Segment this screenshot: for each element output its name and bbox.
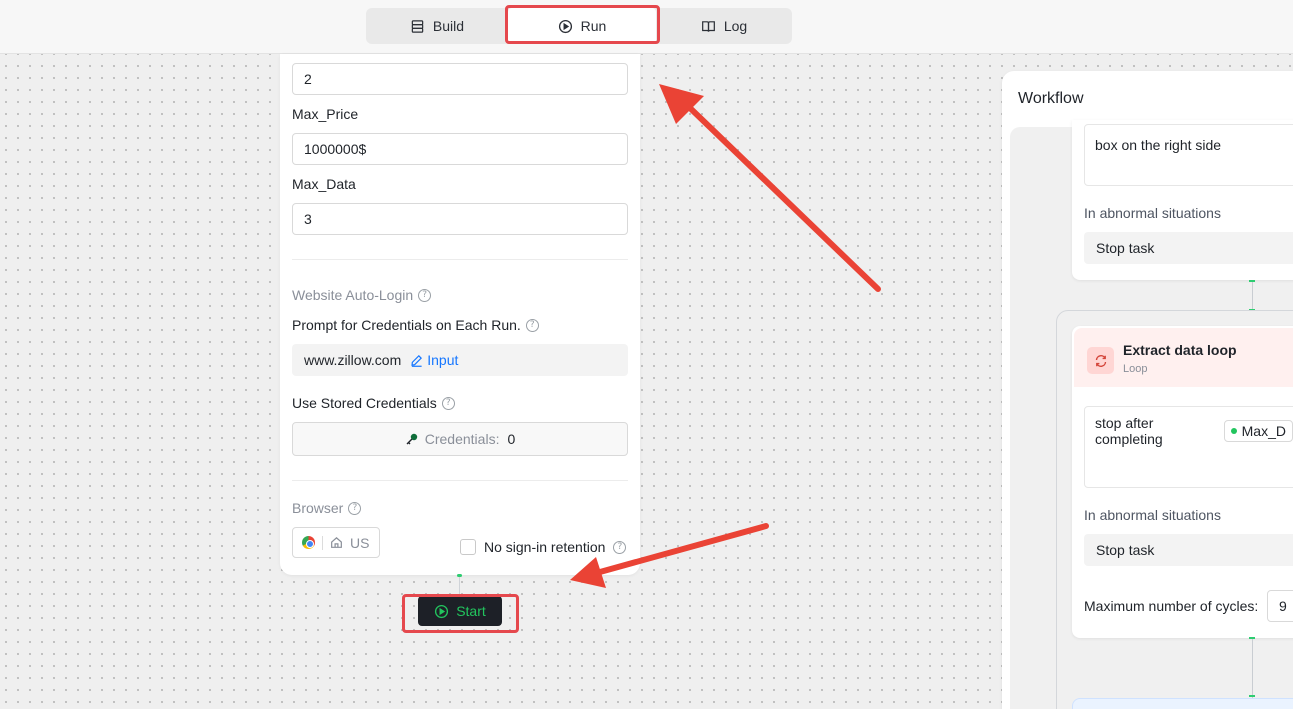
- help-icon[interactable]: ?: [613, 540, 627, 554]
- browser-title-text: Browser: [292, 500, 344, 516]
- variable-dot: [1230, 428, 1237, 434]
- max-price-label: Max_Price: [292, 106, 359, 122]
- help-icon[interactable]: ?: [525, 318, 539, 332]
- run-parameters-panel: Max_Price Max_Data Website Auto-Login ? …: [280, 54, 640, 575]
- max-cycles-value: 9: [1279, 598, 1287, 614]
- tab-log[interactable]: Log: [656, 8, 792, 44]
- browser-region: US: [350, 534, 370, 551]
- step-description: [1084, 124, 1293, 186]
- abnormal-situations-label: In abnormal situations: [1084, 507, 1221, 523]
- prompt-credentials-label: Prompt for Credentials on Each Run.: [292, 317, 521, 333]
- loop-description-row: stop after completing Max_D: [1095, 415, 1293, 447]
- loop-description-text: stop after completing: [1095, 415, 1163, 447]
- browser-select[interactable]: US: [292, 527, 380, 558]
- divider: [292, 259, 628, 260]
- no-signin-retention-label: No sign-in retention: [484, 539, 606, 555]
- step-description-text: box on the right side: [1095, 137, 1222, 153]
- browser-title: Browser ?: [292, 500, 362, 516]
- help-icon[interactable]: ?: [348, 501, 362, 515]
- key-icon: [406, 433, 417, 445]
- tab-log-label: Log: [723, 18, 748, 34]
- no-signin-retention-checkbox[interactable]: [460, 539, 476, 555]
- build-icon: [411, 19, 424, 33]
- connector-port: [1249, 637, 1255, 639]
- abnormal-action-value: Stop task: [1096, 542, 1155, 558]
- site-domain: www.zillow.com: [304, 352, 402, 368]
- credentials-button[interactable]: Credentials: 0: [292, 422, 628, 456]
- parameter-input[interactable]: [292, 63, 628, 95]
- connector-port: [457, 574, 462, 577]
- abnormal-situations-label: In abnormal situations: [1084, 205, 1221, 221]
- tab-build-label: Build: [432, 18, 465, 34]
- play-circle-icon: [435, 604, 449, 618]
- home-icon: [331, 537, 342, 548]
- max-price-input[interactable]: [292, 133, 628, 165]
- workflow-title: Workflow: [1018, 90, 1084, 107]
- tab-build[interactable]: Build: [366, 8, 508, 44]
- book-icon: [701, 20, 715, 32]
- connector-port: [1249, 695, 1255, 697]
- play-circle-icon: [558, 19, 572, 33]
- connector-port: [1249, 280, 1255, 282]
- edit-icon: [411, 354, 423, 367]
- variable-chip: Max_D: [1223, 420, 1293, 442]
- credential-site-row: www.zillow.com Input: [292, 344, 628, 376]
- max-data-label: Max_Data: [292, 176, 356, 192]
- abnormal-action-select[interactable]: Stop task: [1084, 232, 1293, 264]
- chrome-icon: [302, 536, 315, 549]
- abnormal-action-select[interactable]: Stop task: [1084, 534, 1293, 566]
- workflow-step-card[interactable]: [1072, 698, 1293, 709]
- connector-line: [459, 575, 460, 595]
- start-button[interactable]: Start: [418, 596, 502, 626]
- connector-line: [1252, 281, 1253, 311]
- stored-credentials-row: Use Stored Credentials ?: [292, 395, 455, 411]
- help-icon[interactable]: ?: [441, 396, 455, 410]
- connector-line: [1252, 638, 1253, 698]
- auto-login-title: Website Auto-Login ?: [292, 287, 432, 303]
- prompt-credentials-row: Prompt for Credentials on Each Run. ?: [292, 317, 539, 333]
- auto-login-title-text: Website Auto-Login: [292, 287, 414, 303]
- max-cycles-input[interactable]: 9: [1267, 590, 1293, 622]
- credentials-label: Credentials:: [424, 431, 500, 447]
- top-bar: Build Run Log: [0, 0, 1293, 54]
- mode-tabs: Build Run Log: [366, 8, 792, 44]
- help-icon[interactable]: ?: [418, 288, 432, 302]
- tab-run[interactable]: Run: [508, 8, 656, 44]
- loop-title: Extract data loop: [1123, 342, 1237, 358]
- max-data-input[interactable]: [292, 203, 628, 235]
- credentials-count: 0: [507, 431, 516, 447]
- stored-credentials-label: Use Stored Credentials: [292, 395, 437, 411]
- arrow-to-run-tab: [659, 84, 881, 292]
- tab-run-label: Run: [580, 18, 607, 34]
- no-signin-retention-row: No sign-in retention ?: [460, 539, 627, 555]
- abnormal-action-value: Stop task: [1096, 240, 1155, 256]
- input-link-label: Input: [427, 352, 459, 368]
- max-cycles-label: Maximum number of cycles:: [1084, 598, 1259, 614]
- separator: [322, 535, 323, 550]
- loop-header: Extract data loop Loop: [1074, 328, 1293, 387]
- divider: [292, 480, 628, 481]
- start-button-label: Start: [456, 603, 486, 619]
- loop-subtitle: Loop: [1123, 363, 1148, 375]
- loop-icon: [1087, 347, 1114, 374]
- variable-chip-label: Max_D: [1241, 423, 1286, 439]
- input-credentials-link[interactable]: Input: [410, 352, 458, 368]
